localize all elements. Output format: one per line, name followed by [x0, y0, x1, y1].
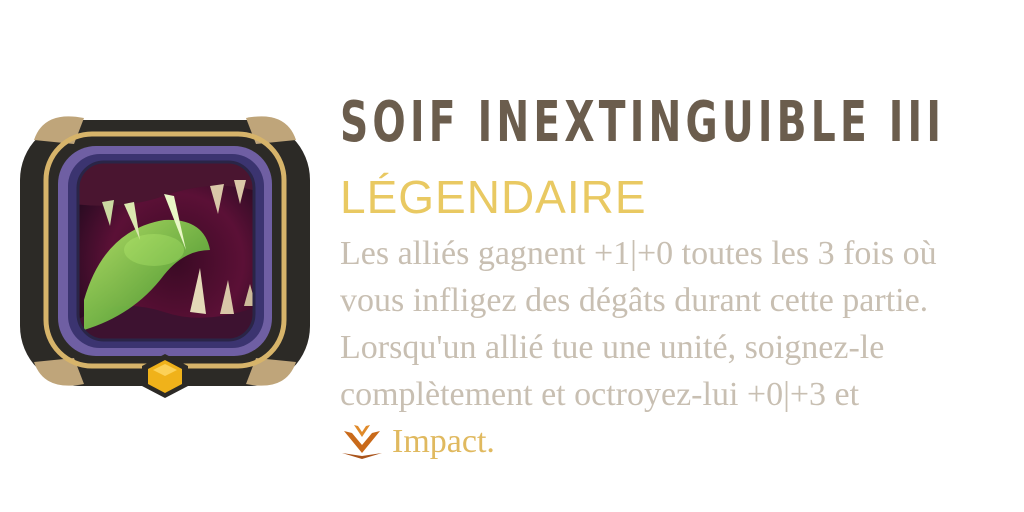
description-line: Lorsqu'un allié tue une unité, soignez-l… [340, 329, 885, 366]
power-icon-frame [14, 100, 316, 402]
power-details: SOIF INEXTINGUIBLE III LÉGENDAIRE Les al… [340, 82, 1016, 474]
power-title: SOIF INEXTINGUIBLE III [340, 90, 946, 155]
impact-icon [342, 424, 382, 459]
power-card: SOIF INEXTINGUIBLE III LÉGENDAIRE Les al… [0, 0, 1024, 512]
rarity-label: LÉGENDAIRE [340, 171, 647, 223]
monster-maw-icon [20, 116, 310, 398]
description-line: vous infligez des dégâts durant cette pa… [340, 282, 929, 319]
keyword-impact[interactable]: Impact. [340, 418, 495, 465]
description-line: complètement et octroyez-lui +0|+3 et [340, 376, 860, 413]
power-description: Les alliés gagnent +1|+0 toutes les 3 fo… [340, 230, 1016, 474]
keyword-label: Impact. [392, 423, 495, 460]
description-line: Les alliés gagnent +1|+0 toutes les 3 fo… [340, 235, 937, 272]
